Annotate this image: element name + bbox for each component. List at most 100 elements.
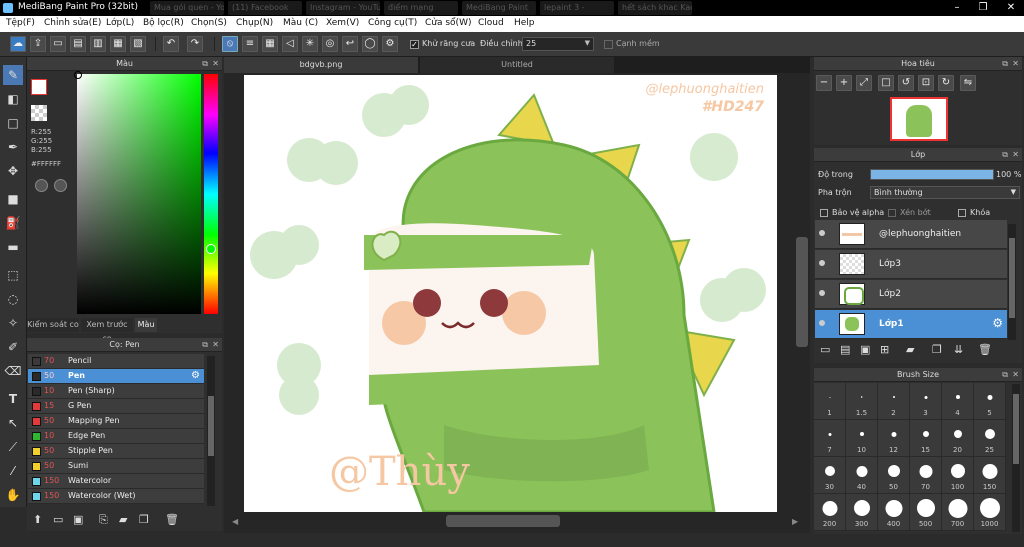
new-brush-icon[interactable]: ▭	[53, 513, 63, 526]
select-pen-icon[interactable]: ✐	[3, 337, 23, 357]
opacity-slider[interactable]	[870, 169, 994, 180]
hue-handle[interactable]	[206, 244, 216, 254]
add-layer-menu-icon[interactable]: ⊞	[880, 343, 889, 356]
horizontal-scrollbar-thumb[interactable]	[446, 515, 560, 527]
settings-icon[interactable]: ⚙	[382, 36, 398, 52]
scroll-left-icon[interactable]: ◀	[232, 517, 238, 526]
lock-checkbox[interactable]	[958, 209, 966, 217]
snap-ellipse-icon[interactable]: ◯	[362, 36, 378, 52]
menu-color[interactable]: Màu (C)	[283, 18, 318, 28]
divide-tool-icon[interactable]: ⟋	[3, 437, 23, 457]
document-icon[interactable]: ▤	[70, 36, 86, 52]
bucket-tool-icon[interactable]: ⛽	[3, 213, 23, 233]
new-layer-icon[interactable]: ▭	[820, 343, 830, 356]
snap-off-icon[interactable]: ⦸	[222, 36, 238, 52]
brush-scroll-thumb[interactable]	[208, 396, 214, 456]
brush-item-5[interactable]: 10 Edge Pen	[28, 429, 204, 444]
brush-size-option[interactable]: 10	[846, 420, 878, 457]
snap-radial-icon[interactable]: ✳	[302, 36, 318, 52]
zoom-out-icon[interactable]: −	[816, 75, 832, 91]
brush-item-6[interactable]: 50 Stipple Pen	[28, 444, 204, 459]
brush-item-3[interactable]: 15 G Pen	[28, 399, 204, 414]
brush-size-scroll-thumb[interactable]	[1013, 394, 1019, 464]
page-icon[interactable]: ▥	[90, 36, 106, 52]
brush-tool-icon[interactable]: ✎	[3, 65, 23, 85]
tab-color-preview[interactable]: Xem trước co	[81, 318, 133, 343]
brush-size-option[interactable]: 2	[878, 383, 910, 420]
popout-icon[interactable]: ⧉	[1002, 368, 1008, 381]
new-8bit-layer-icon[interactable]: ▣	[860, 343, 870, 356]
snap-curve-icon[interactable]: ↩	[342, 36, 358, 52]
layer-item-2[interactable]: Lớp2	[815, 280, 1007, 309]
brush-size-option[interactable]: 500	[910, 494, 942, 531]
comic-icon[interactable]: ▦	[110, 36, 126, 52]
snap-parallel-icon[interactable]: ≡	[242, 36, 258, 52]
tab-color[interactable]: Màu	[135, 318, 157, 332]
tab-color-control[interactable]: Kiểm soát co	[27, 318, 79, 332]
menu-select[interactable]: Chọn(S)	[191, 18, 227, 28]
brush-options-icon[interactable]: ▣	[73, 513, 83, 526]
popout-icon[interactable]: ⧉	[202, 57, 208, 70]
navigator-preview[interactable]	[890, 97, 948, 141]
new-halftone-layer-icon[interactable]: ▤	[840, 343, 850, 356]
brush-size-option[interactable]: 7	[814, 420, 846, 457]
gradient-tool-icon[interactable]: ▬	[3, 237, 23, 257]
close-icon[interactable]: ✕	[1012, 148, 1019, 161]
merge-layer-icon[interactable]: ⇊	[954, 343, 963, 356]
menu-filter[interactable]: Bộ lọc(R)	[143, 18, 184, 28]
popout-icon[interactable]: ⧉	[1002, 57, 1008, 70]
transparent-swatch[interactable]	[31, 105, 47, 121]
hand-tool-icon[interactable]: ✋	[3, 485, 23, 505]
visibility-eye-icon[interactable]	[819, 290, 825, 296]
upload-icon[interactable]: ⇪	[30, 36, 46, 52]
brush-size-option[interactable]: 100	[942, 457, 974, 494]
brush-size-option[interactable]: 25	[974, 420, 1006, 457]
snap-perspective-icon[interactable]: ◁	[282, 36, 298, 52]
duplicate-icon[interactable]: ❐	[139, 513, 149, 526]
menu-tools[interactable]: Công cụ(T)	[368, 18, 417, 28]
flip-icon[interactable]: ⇋	[960, 75, 976, 91]
layer-item-0[interactable]: @lephuonghaitien	[815, 220, 1007, 249]
brush-item-4[interactable]: 50 Mapping Pen	[28, 414, 204, 429]
close-icon[interactable]: ✕	[212, 57, 219, 70]
undo-icon[interactable]: ↶	[163, 36, 179, 52]
select-eraser-icon[interactable]: ⌫	[3, 361, 23, 381]
visibility-eye-icon[interactable]	[819, 230, 825, 236]
sharp-edge-checkbox[interactable]	[604, 40, 613, 49]
folder-icon[interactable]: ▰	[119, 513, 127, 526]
menu-view[interactable]: Xem(V)	[326, 18, 359, 28]
select-rect-icon[interactable]: ⬚	[3, 265, 23, 285]
zoom-in-icon[interactable]: +	[836, 75, 852, 91]
layer-scroll-thumb[interactable]	[1009, 238, 1015, 318]
brush-size-option[interactable]: 70	[910, 457, 942, 494]
menu-window[interactable]: Cửa sổ(W)	[425, 18, 471, 28]
brush-size-option[interactable]: 1000	[974, 494, 1006, 531]
blend-dropdown[interactable]: Bình thường ▼	[870, 186, 1020, 199]
brush-size-option[interactable]: 200	[814, 494, 846, 531]
panel-icon[interactable]: ▧	[130, 36, 146, 52]
text-tool-icon[interactable]: T	[3, 389, 23, 409]
brush-size-option[interactable]: 5	[974, 383, 1006, 420]
brush-size-option[interactable]: 50	[878, 457, 910, 494]
layer-item-3[interactable]: Lớp1 ⚙	[815, 310, 1007, 339]
pen-tool-icon[interactable]: ✒	[3, 137, 23, 157]
canvas[interactable]: @Thùy @lephuonghaitien #HD247	[244, 75, 777, 512]
duplicate-layer-icon[interactable]: ❐	[932, 343, 942, 356]
foreground-swatch[interactable]	[31, 79, 47, 95]
menu-cloud[interactable]: Cloud	[478, 18, 504, 28]
snap-circle-icon[interactable]: ◎	[322, 36, 338, 52]
brush-scrollbar[interactable]	[207, 356, 215, 506]
saturation-value-picker[interactable]	[74, 71, 201, 314]
protect-alpha-checkbox[interactable]	[820, 209, 828, 217]
cloud-icon[interactable]: ☁	[10, 36, 26, 52]
operation-tool-icon[interactable]: ↖	[3, 413, 23, 433]
eraser-tool-icon[interactable]: ◧	[3, 89, 23, 109]
layer-scrollbar[interactable]	[1008, 224, 1016, 340]
layer-item-1[interactable]: Lớp3	[815, 250, 1007, 279]
vertical-scrollbar-thumb[interactable]	[796, 237, 808, 347]
copy-brush-icon[interactable]: ⎘	[99, 513, 108, 527]
redo-icon[interactable]: ↷	[187, 36, 203, 52]
brush-size-option[interactable]: 15	[910, 420, 942, 457]
brush-size-option[interactable]: 4	[942, 383, 974, 420]
visibility-eye-icon[interactable]	[819, 260, 825, 266]
